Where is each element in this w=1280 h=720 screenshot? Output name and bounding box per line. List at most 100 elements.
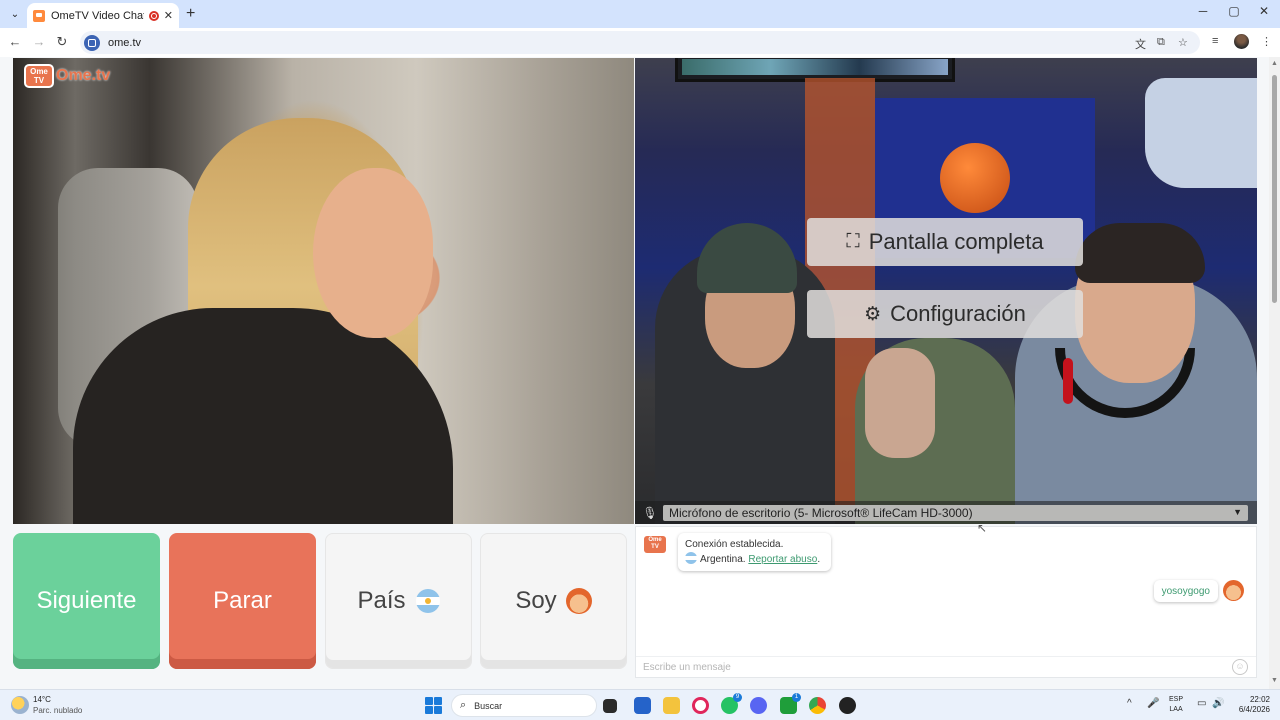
next-button[interactable]: Siguiente xyxy=(13,533,160,669)
microphone-bar: 🎙 Micrófono de escritorio (5- Microsoft®… xyxy=(635,501,1257,524)
ometv-logo[interactable]: Ome TV Ome.tv xyxy=(24,64,110,88)
url-text: ome.tv xyxy=(108,36,142,49)
video-tv-screen-shape xyxy=(682,59,948,75)
weather-description: Parc. nublado xyxy=(33,706,83,715)
windows-taskbar: 14°C Parc. nublado ⌕ Buscar 9 1 ^ 🎤 ESP … xyxy=(0,689,1280,720)
video-ball-shape xyxy=(940,143,1010,213)
scroll-down-arrow-icon[interactable]: ▼ xyxy=(1271,677,1278,684)
report-abuse-link[interactable]: Reportar abuso xyxy=(748,554,817,565)
maximize-button[interactable]: ▢ xyxy=(1219,4,1249,18)
language-code: ESP xyxy=(1169,696,1184,703)
settings-button[interactable]: ⚙ Configuración xyxy=(807,290,1083,338)
taskbar-clock[interactable]: 22:02 6/4/2026 xyxy=(1230,695,1270,715)
minimize-button[interactable]: ─ xyxy=(1188,4,1218,18)
country-text: Argentina. xyxy=(700,554,746,565)
ometv-logo-text: Ome.tv xyxy=(56,67,111,84)
fullscreen-label: Pantalla completa xyxy=(868,229,1044,254)
whatsapp-icon[interactable]: 9 xyxy=(721,693,742,714)
argentina-flag-icon xyxy=(415,589,440,613)
search-icon: ⌕ xyxy=(460,699,467,711)
ometv-page: Ome TV Ome.tv ⛶ Pantalla completa ⚙ Conf… xyxy=(0,57,1280,689)
country-line: Argentina. Reportar abuso. xyxy=(685,552,824,567)
video-person3-hair-shape xyxy=(1075,223,1205,283)
video-person1-hat-shape xyxy=(697,223,797,293)
xbox-badge: 1 xyxy=(792,693,801,702)
stop-button[interactable]: Parar xyxy=(169,533,316,669)
message-input[interactable] xyxy=(636,661,1216,673)
browser-toolbar: ← → ↻ ome.tv 文 ⧉ ☆ ≡ ⋮ xyxy=(0,28,1280,57)
network-icon[interactable]: ▭ xyxy=(1197,698,1206,709)
opera-icon[interactable] xyxy=(692,697,709,714)
taskbar-search[interactable]: ⌕ Buscar xyxy=(451,694,597,717)
windows-start-icon[interactable] xyxy=(425,697,442,714)
user-message-bubble: yosoygogo xyxy=(1153,580,1218,602)
taskbar-search-label: Buscar xyxy=(474,700,503,711)
partner-video: Ome TV Ome.tv xyxy=(13,58,634,524)
browser-tab-bar: ⌄ OmeTV Video Chat — Ome ✕ + ─ ▢ ✕ xyxy=(0,0,1280,28)
fullscreen-icon: ⛶ xyxy=(846,231,860,252)
discord-icon[interactable] xyxy=(750,697,767,714)
tray-overflow-chevron-icon[interactable]: ^ xyxy=(1127,698,1132,709)
back-arrow-icon[interactable]: ← xyxy=(6,34,24,49)
bookmark-star-icon[interactable]: ☆ xyxy=(1178,36,1188,49)
recording-indicator-icon xyxy=(148,10,159,21)
emoji-icon[interactable]: ☺ xyxy=(1232,659,1248,675)
country-button[interactable]: País xyxy=(325,533,472,669)
address-bar[interactable]: ome.tv 文 ⧉ ☆ xyxy=(80,31,1200,54)
connection-text: Conexión establecida. xyxy=(685,539,784,550)
settings-label: Configuración xyxy=(890,301,1026,326)
clock-time: 22:02 xyxy=(1249,695,1270,704)
gender-button[interactable]: Soy xyxy=(480,533,627,669)
profile-avatar[interactable] xyxy=(1234,34,1249,49)
ometv-chat-logo-icon: Ome TV xyxy=(644,536,666,553)
mouse-cursor-icon: ↖ xyxy=(977,521,988,535)
scrollbar-thumb[interactable] xyxy=(1272,75,1277,303)
volume-icon[interactable]: 🔊 xyxy=(1212,698,1224,709)
tab-search-chevron-icon[interactable]: ⌄ xyxy=(6,5,24,23)
country-button-label: País xyxy=(357,587,406,614)
user-avatar-icon xyxy=(1223,580,1244,601)
chrome-icon[interactable] xyxy=(809,697,826,714)
system-message: Conexión establecida. Argentina. Reporta… xyxy=(678,533,831,571)
browser-tab[interactable]: OmeTV Video Chat — Ome ✕ xyxy=(27,3,179,28)
stop-button-label: Parar xyxy=(213,587,272,614)
reload-icon[interactable]: ↻ xyxy=(53,34,71,50)
cast-icon[interactable]: ⧉ xyxy=(1157,36,1165,49)
next-button-label: Siguiente xyxy=(36,587,137,614)
microphone-icon: 🎙 xyxy=(642,505,658,520)
gear-icon: ⚙ xyxy=(864,303,882,325)
ometv-favicon-icon xyxy=(33,9,45,22)
task-view-icon[interactable] xyxy=(603,699,617,713)
video-bag-shape xyxy=(1145,78,1257,188)
input-language[interactable]: ESP LAA xyxy=(1169,695,1183,715)
tab-close-icon[interactable]: ✕ xyxy=(164,9,173,22)
page-scrollbar[interactable]: ▲ ▼ xyxy=(1269,57,1280,689)
argentina-flag-small-icon xyxy=(685,552,697,564)
video-waving-hand-shape xyxy=(865,348,935,458)
message-input-row: ☺ xyxy=(636,656,1256,677)
new-tab-button[interactable]: + xyxy=(186,5,195,23)
file-explorer-icon[interactable] xyxy=(663,697,680,714)
weather-temperature: 14°C xyxy=(33,695,51,704)
scroll-up-arrow-icon[interactable]: ▲ xyxy=(1271,60,1278,67)
weather-icon[interactable] xyxy=(11,696,29,714)
clock-date: 6/4/2026 xyxy=(1238,705,1270,714)
site-info-icon[interactable] xyxy=(84,34,100,51)
gender-button-label: Soy xyxy=(515,587,557,614)
microphone-select[interactable]: Micrófono de escritorio (5- Microsoft® L… xyxy=(663,504,1248,521)
report-suffix: . xyxy=(817,554,821,565)
translate-icon[interactable]: 文 xyxy=(1135,36,1146,52)
media-controls-icon[interactable]: ≡ xyxy=(1212,35,1218,47)
tray-microphone-icon[interactable]: 🎤 xyxy=(1147,698,1159,709)
xbox-icon[interactable]: 1 xyxy=(780,693,801,714)
store-icon[interactable] xyxy=(634,697,651,714)
menu-kebab-icon[interactable]: ⋮ xyxy=(1261,35,1272,48)
whatsapp-badge: 9 xyxy=(733,693,742,702)
video-headphones-accent-shape xyxy=(1063,358,1073,404)
game-app-icon[interactable] xyxy=(839,697,856,714)
close-window-button[interactable]: ✕ xyxy=(1249,4,1279,18)
microphone-selected-value: Micrófono de escritorio (5- Microsoft® L… xyxy=(669,505,973,520)
fullscreen-button[interactable]: ⛶ Pantalla completa xyxy=(807,218,1083,266)
forward-arrow-icon[interactable]: → xyxy=(30,34,48,49)
video-person-face-shape xyxy=(313,168,433,338)
